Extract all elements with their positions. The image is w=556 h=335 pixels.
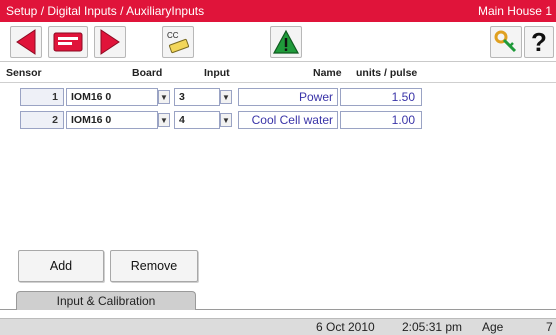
status-age-value: 7 (546, 320, 553, 334)
tab-input-calibration[interactable]: Input & Calibration (16, 291, 196, 310)
cc-label: CC (167, 31, 179, 40)
table-row: 1 IOM16 0 ▼ 3 ▼ Power 1.50 (0, 86, 556, 108)
previous-button[interactable] (10, 26, 42, 58)
header-name: Name (313, 67, 342, 79)
header-sensor: Sensor (6, 67, 42, 79)
remove-button[interactable]: Remove (110, 250, 198, 282)
header-input: Input (204, 67, 230, 79)
status-bar: 6 Oct 2010 2:05:31 pm Age 7 (0, 318, 556, 335)
help-icon: ? (531, 26, 547, 57)
input-select[interactable]: 3 (174, 88, 220, 106)
table-row: 2 IOM16 0 ▼ 4 ▼ Cool Cell water 1.00 (0, 109, 556, 131)
input-dropdown-icon[interactable]: ▼ (220, 90, 232, 104)
header-board: Board (132, 67, 163, 79)
status-age-label: Age (482, 320, 504, 334)
tab-strip: Input & Calibration (0, 288, 556, 310)
key-icon (494, 30, 517, 53)
name-field[interactable]: Cool Cell water (238, 111, 338, 129)
warning-icon (272, 29, 300, 54)
location-label: Main House 1 (477, 4, 552, 18)
status-time: 2:05:31 pm (402, 320, 463, 334)
board-dropdown-icon[interactable]: ▼ (158, 113, 170, 127)
sensor-number: 1 (20, 88, 64, 106)
board-select[interactable]: IOM16 0 (66, 88, 158, 106)
breadcrumb: Setup / Digital Inputs / AuxiliaryInputs (6, 4, 205, 18)
input-dropdown-icon[interactable]: ▼ (220, 113, 232, 127)
help-button[interactable]: ? (524, 26, 554, 58)
arrow-right-icon (100, 29, 120, 55)
ticket-button[interactable] (48, 26, 88, 58)
header-divider (0, 82, 556, 83)
arrow-left-icon (16, 29, 36, 55)
units-per-pulse-field[interactable]: 1.50 (340, 88, 422, 106)
next-button[interactable] (94, 26, 126, 58)
calibration-icon: CC (167, 31, 190, 54)
table-header: Sensor Board Input Name units / pulse (0, 66, 556, 82)
sensor-number: 2 (20, 111, 64, 129)
units-per-pulse-field[interactable]: 1.00 (340, 111, 422, 129)
alarm-button[interactable] (270, 26, 302, 58)
access-button[interactable] (490, 26, 522, 58)
calibration-button[interactable]: CC (162, 26, 194, 58)
title-bar: Setup / Digital Inputs / AuxiliaryInputs… (0, 0, 556, 22)
name-field[interactable]: Power (238, 88, 338, 106)
input-select[interactable]: 4 (174, 111, 220, 129)
status-date: 6 Oct 2010 (316, 320, 375, 334)
board-dropdown-icon[interactable]: ▼ (158, 90, 170, 104)
toolbar: CC ? (0, 22, 556, 62)
board-select[interactable]: IOM16 0 (66, 111, 158, 129)
ticket-icon (53, 32, 83, 52)
header-units: units / pulse (356, 67, 418, 79)
add-button[interactable]: Add (18, 250, 104, 282)
